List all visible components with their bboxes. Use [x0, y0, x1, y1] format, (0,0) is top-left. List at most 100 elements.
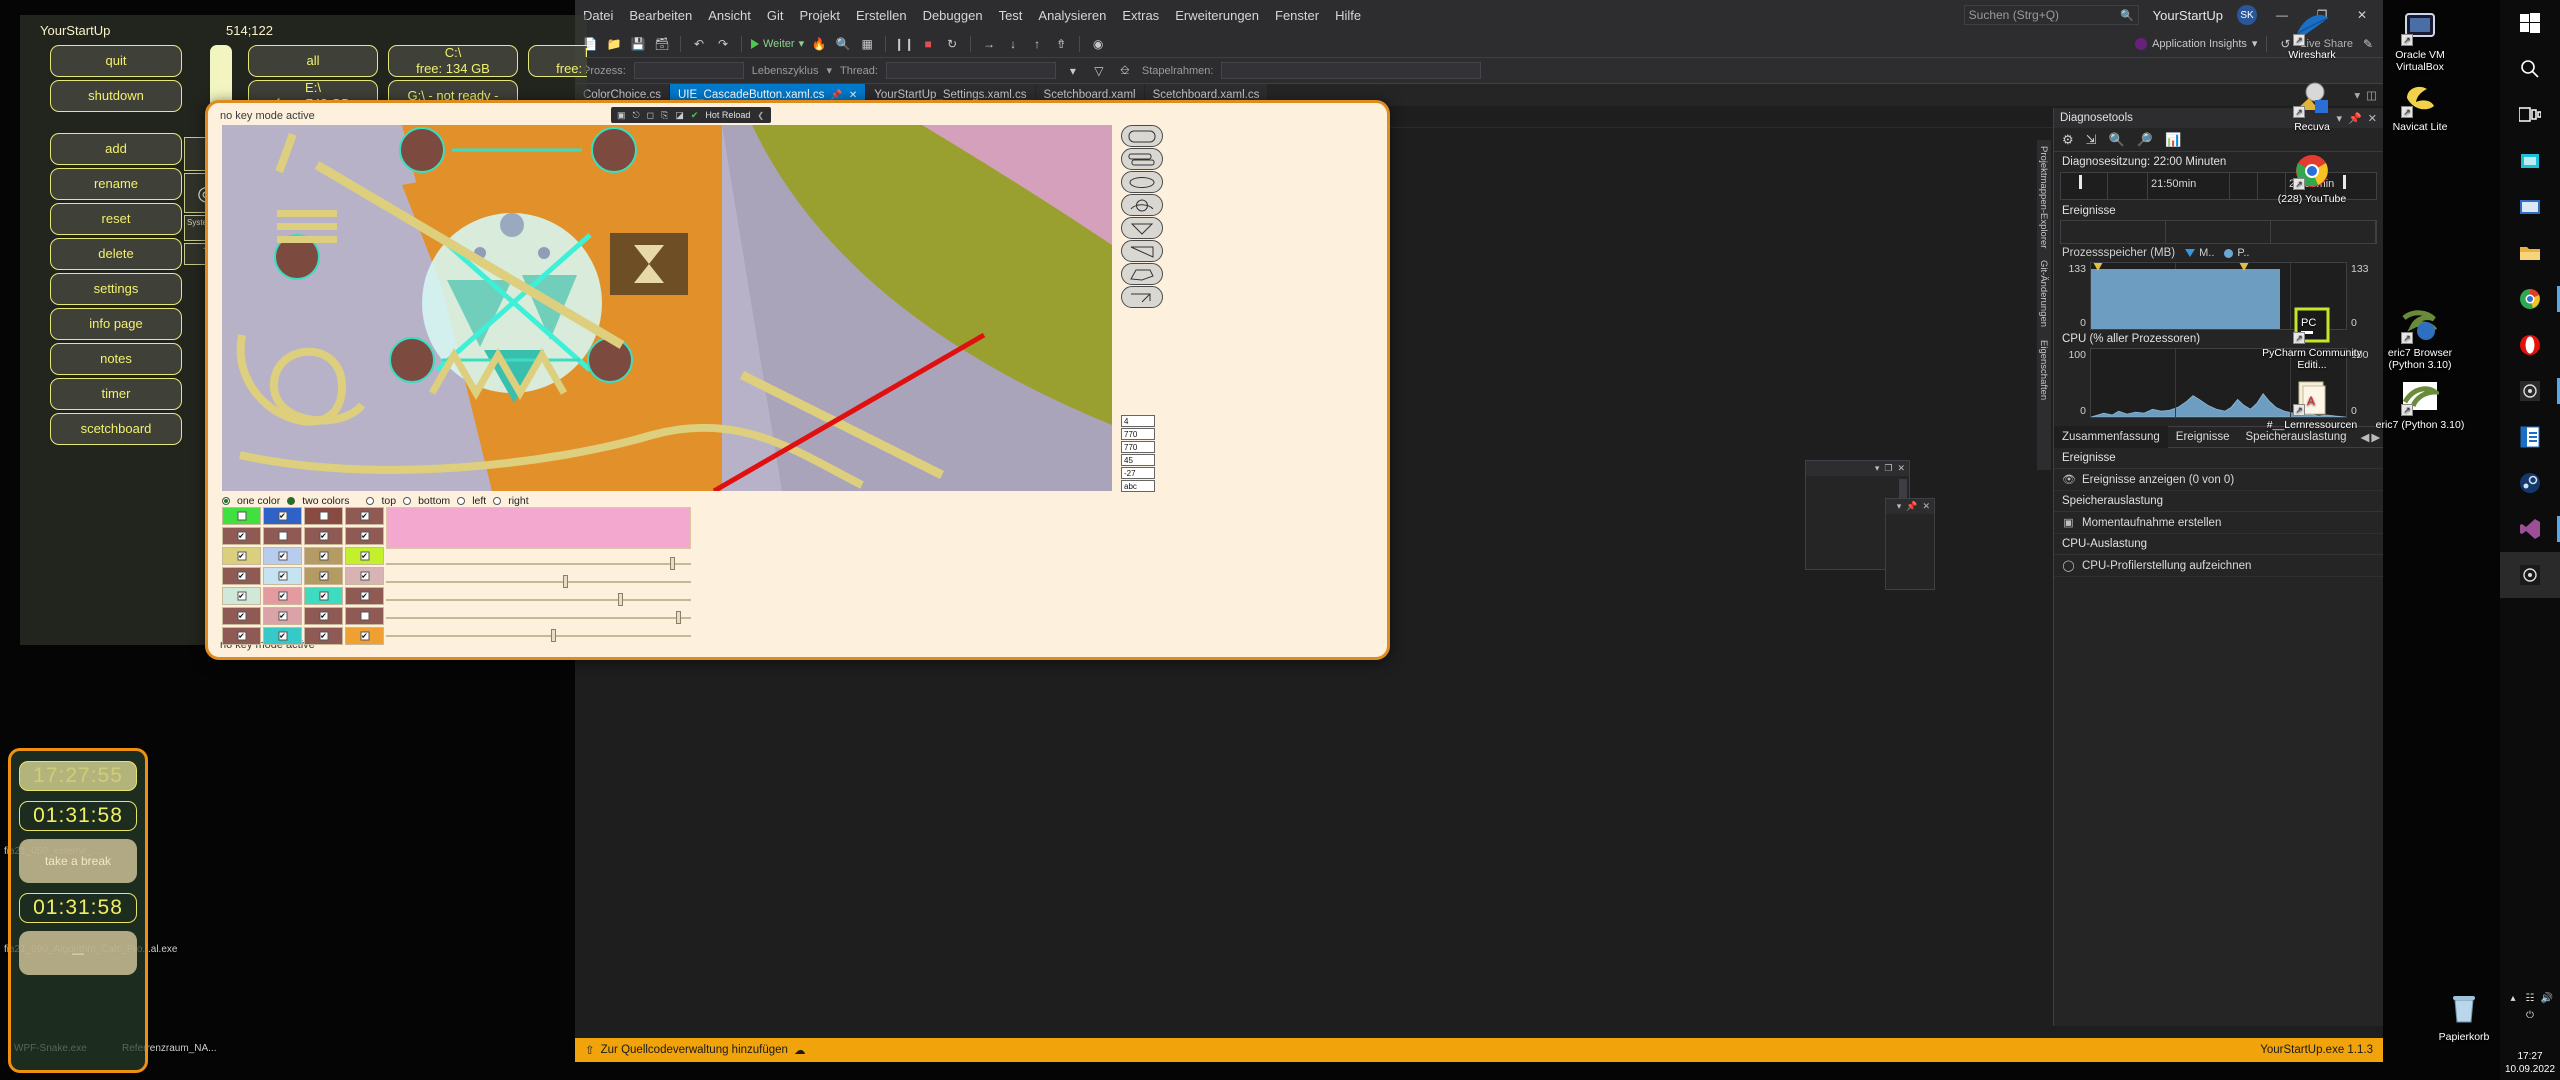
avatar[interactable]: SK — [2237, 5, 2257, 25]
desktop-icon-pycharm[interactable]: PC ↗ PyCharm Community Editi... — [2262, 306, 2362, 371]
button-notes[interactable]: notes — [50, 343, 182, 375]
stackframe-select[interactable] — [1221, 62, 1482, 79]
circle-arc-tool[interactable] — [1121, 194, 1163, 216]
chevron-down-icon[interactable]: ▾ — [826, 64, 832, 77]
swatch-checkbox[interactable]: ✔ — [278, 511, 287, 521]
chevron-left-icon[interactable]: ❮ — [757, 111, 764, 120]
button-add[interactable]: add — [50, 133, 182, 165]
desktop-icon-eric7[interactable]: ↗ eric7 (Python 3.10) — [2370, 378, 2470, 431]
property-fields[interactable]: 4 770 770 45 -27 abc — [1121, 415, 1155, 493]
button-timer[interactable]: timer — [50, 378, 182, 410]
sidebar-item-git-changes[interactable]: Git-Änderungen — [2037, 254, 2050, 333]
menu-ansicht[interactable]: Ansicht — [708, 8, 751, 23]
undo-icon[interactable]: ↶ — [690, 35, 708, 53]
color-swatch[interactable]: ✔ — [345, 507, 384, 525]
menu-test[interactable]: Test — [999, 8, 1023, 23]
color-swatch[interactable]: ✔ — [263, 607, 302, 625]
network-icon[interactable]: ☷ — [2523, 991, 2537, 1005]
list-item[interactable]: ▣ Momentaufnahme erstellen — [2054, 512, 2383, 534]
thread-select[interactable] — [885, 62, 1056, 79]
taskbar-mail[interactable] — [2500, 184, 2560, 230]
open-folder-icon[interactable]: 📁 — [605, 35, 623, 53]
swatch-checkbox[interactable]: ✔ — [319, 531, 328, 541]
menu-erweiterungen[interactable]: Erweiterungen — [1175, 8, 1259, 23]
color-swatch[interactable]: ✔ — [345, 527, 384, 545]
taskbar-steam[interactable] — [2500, 460, 2560, 506]
export-icon[interactable]: ⇲ — [2086, 132, 2097, 148]
radio-bottom[interactable] — [403, 497, 412, 505]
color-swatch[interactable] — [263, 527, 302, 545]
filter-threads-icon[interactable]: ▽ — [1090, 62, 1108, 80]
slider[interactable] — [386, 555, 691, 573]
close-icon[interactable]: ✕ — [1897, 463, 1905, 474]
process-select[interactable] — [633, 62, 744, 79]
diagnostics-summary-list[interactable]: Ereignisse 👁 Ereignisse anzeigen (0 von … — [2054, 448, 2383, 577]
flags-icon[interactable]: ⎒ — [1116, 62, 1134, 80]
taskbar-visual-studio[interactable] — [2500, 506, 2560, 552]
color-swatch[interactable]: ✔ — [222, 527, 261, 545]
radio-one-color[interactable] — [222, 497, 230, 505]
save-icon[interactable]: 💾 — [629, 35, 647, 53]
continue-button[interactable]: Weiter ▾ — [751, 37, 804, 50]
drive-d[interactable]: D:\ free: 282 GB — [528, 45, 587, 77]
button-info-page[interactable]: info page — [50, 308, 182, 340]
color-swatch[interactable]: ✔ — [222, 587, 261, 605]
swatch-checkbox[interactable]: ✔ — [319, 591, 328, 601]
gear-icon[interactable]: ⚙ — [2062, 132, 2074, 148]
pin-icon[interactable]: 📌 — [830, 90, 842, 101]
restore-icon[interactable]: ❐ — [1884, 463, 1892, 474]
chart-icon[interactable]: 📊 — [2165, 132, 2181, 148]
button-settings[interactable]: settings — [50, 273, 182, 305]
diagnostics-events-track[interactable] — [2060, 220, 2377, 244]
chevron-down-icon[interactable]: ▾ — [1875, 463, 1880, 474]
taskbar-clock[interactable]: 17:27 10.09.2022 — [2502, 1050, 2558, 1076]
take-a-break-button[interactable]: take a break — [19, 839, 137, 883]
color-swatch[interactable]: ✔ — [263, 627, 302, 645]
color-swatch[interactable]: ✔ — [345, 567, 384, 585]
windows-taskbar[interactable]: ▴ ☷ 🔊 ⏻ 17:27 10.09.2022 — [2500, 0, 2560, 1080]
swatch-checkbox[interactable]: ✔ — [319, 631, 328, 641]
button-quit[interactable]: quit — [50, 45, 182, 77]
color-swatch[interactable]: ✔ — [345, 587, 384, 605]
display-layout-icon[interactable]: ◻ — [647, 110, 654, 121]
swatch-checkbox[interactable]: ✔ — [360, 571, 369, 581]
swatch-checkbox[interactable]: ✔ — [319, 571, 328, 581]
taskbar-store[interactable] — [2500, 138, 2560, 184]
step-out-icon[interactable]: ↑ — [1028, 35, 1046, 53]
redo-icon[interactable]: ↷ — [714, 35, 732, 53]
battery-icon[interactable]: ⏻ — [2523, 1008, 2537, 1022]
layout-icon[interactable]: ▦ — [858, 35, 876, 53]
swatch-checkbox[interactable] — [360, 611, 369, 621]
arrow-tool[interactable] — [1121, 286, 1163, 308]
taskbar-search[interactable] — [2500, 46, 2560, 92]
slider[interactable] — [386, 591, 691, 609]
radio-right[interactable] — [493, 497, 502, 505]
button-reset[interactable]: reset — [50, 203, 182, 235]
swatch-checkbox[interactable]: ✔ — [278, 631, 287, 641]
menu-analysieren[interactable]: Analysieren — [1038, 8, 1106, 23]
slider-thumb[interactable] — [617, 593, 623, 606]
swatch-checkbox[interactable]: ✔ — [278, 611, 287, 621]
breakpoint-icon[interactable]: ◉ — [1089, 35, 1107, 53]
button-rename[interactable]: rename — [50, 168, 182, 200]
shape-tool-palette[interactable] — [1121, 125, 1163, 309]
hot-flame-icon[interactable]: 🔥 — [810, 35, 828, 53]
mini-window-caption[interactable]: ▾ 📌 ✕ — [1886, 499, 1934, 514]
desktop-icon-recuva[interactable]: ↗ Recuva — [2262, 80, 2362, 133]
desktop-icon-virtualbox[interactable]: ↗ Oracle VM VirtualBox — [2370, 8, 2470, 73]
color-swatch[interactable]: ✔ — [304, 587, 343, 605]
stop-icon[interactable]: ■ — [919, 35, 937, 53]
close-icon[interactable]: ✕ — [1922, 501, 1930, 512]
pause-icon[interactable]: ❙❙ — [894, 35, 914, 53]
volume-icon[interactable]: 🔊 — [2540, 991, 2554, 1005]
desktop-icon-recycle-bin[interactable]: Papierkorb — [2424, 990, 2504, 1043]
field-3[interactable]: 770 — [1121, 441, 1155, 453]
swatch-checkbox[interactable]: ✔ — [237, 611, 246, 621]
menu-projekt[interactable]: Projekt — [800, 8, 840, 23]
menu-extras[interactable]: Extras — [1122, 8, 1159, 23]
task-view-button[interactable] — [2500, 92, 2560, 138]
field-5[interactable]: -27 — [1121, 467, 1155, 479]
swatch-checkbox[interactable]: ✔ — [360, 511, 369, 521]
inspect-icon[interactable]: 🔍 — [834, 35, 852, 53]
color-swatch[interactable] — [222, 507, 261, 525]
